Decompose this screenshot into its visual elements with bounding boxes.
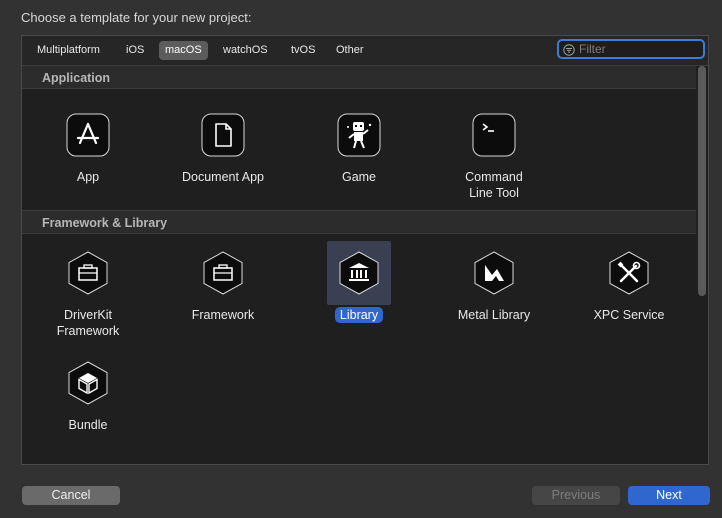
tab-other[interactable]: Other — [330, 41, 370, 60]
game-robot-icon — [327, 103, 391, 167]
template-label: Document App — [182, 170, 264, 184]
cancel-button[interactable]: Cancel — [22, 486, 120, 505]
document-icon — [191, 103, 255, 167]
next-button[interactable]: Next — [628, 486, 710, 505]
metal-icon — [462, 241, 526, 305]
terminal-icon — [462, 103, 526, 167]
toolbox-icon — [56, 241, 120, 305]
tab-ios[interactable]: iOS — [120, 41, 150, 60]
tab-multiplatform[interactable]: Multiplatform — [31, 41, 106, 60]
template-label: Library — [299, 307, 419, 323]
scrollbar[interactable] — [698, 66, 706, 296]
template-label: XPC Service — [593, 308, 665, 322]
section-header-framework-library: Framework & Library — [22, 210, 696, 234]
filter-input[interactable] — [579, 41, 699, 57]
section-header-application: Application — [22, 65, 696, 89]
dialog-title: Choose a template for your new project: — [21, 10, 252, 25]
template-panel: Multiplatform iOS macOS watchOS tvOS Oth… — [21, 35, 709, 465]
cube-icon — [56, 351, 120, 415]
platform-tab-bar: Multiplatform iOS macOS watchOS tvOS Oth… — [22, 36, 708, 66]
filter-icon — [563, 43, 575, 56]
tab-tvos[interactable]: tvOS — [285, 41, 321, 60]
toolbox-icon — [191, 241, 255, 305]
template-label: Command Line Tool — [465, 170, 523, 200]
wrench-screwdriver-icon — [597, 241, 661, 305]
filter-field[interactable] — [557, 39, 705, 59]
template-label: DriverKit Framework — [56, 308, 120, 338]
template-label: Bundle — [68, 418, 108, 432]
template-label: Framework — [191, 308, 255, 322]
library-building-icon — [327, 241, 391, 305]
template-label: Metal Library — [457, 308, 531, 322]
template-label: Game — [341, 170, 377, 184]
tab-watchos[interactable]: watchOS — [217, 41, 274, 60]
previous-button[interactable]: Previous — [532, 486, 620, 505]
template-label: App — [76, 170, 100, 184]
app-store-icon — [56, 103, 120, 167]
tab-macos[interactable]: macOS — [159, 41, 208, 60]
